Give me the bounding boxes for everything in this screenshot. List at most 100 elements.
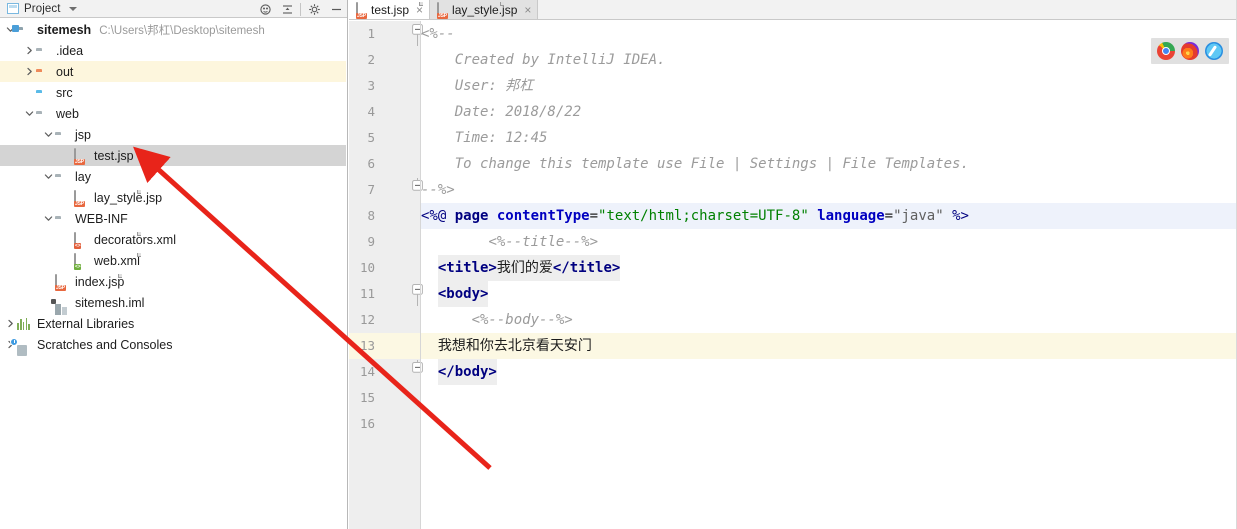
- tree-item-label: WEB-INF: [75, 211, 128, 226]
- tree-item-src[interactable]: src: [0, 82, 346, 103]
- tree-item-label: lay: [75, 169, 91, 184]
- code-line[interactable]: </body>: [421, 359, 1237, 385]
- tree-item-lay-style-jsp[interactable]: JSP lay_style.jsp: [0, 187, 346, 208]
- code-line-content: Date: 2018/8/22: [455, 99, 581, 125]
- code-token: <title>: [437, 260, 497, 276]
- code-line[interactable]: <%--: [421, 21, 1237, 47]
- code-line[interactable]: Created by IntelliJ IDEA.: [421, 47, 1237, 73]
- chevron-right-icon[interactable]: [23, 40, 36, 61]
- chevron-right-icon[interactable]: [4, 313, 17, 334]
- code-line-content: To change this template use File | Setti…: [455, 151, 969, 177]
- line-number: 4: [367, 104, 375, 119]
- tree-item-label: lay_style.jsp: [94, 190, 163, 205]
- code-line[interactable]: User: 邦杠: [421, 73, 1237, 99]
- line-number: 7: [367, 182, 375, 197]
- chrome-icon[interactable]: [1157, 42, 1175, 60]
- code-line[interactable]: Date: 2018/8/22: [421, 99, 1237, 125]
- tool-window-title: Project: [24, 2, 61, 15]
- minimize-icon[interactable]: [325, 0, 347, 18]
- editor-tab-lay-style-jsp[interactable]: JSP lay_style.jsp ×: [430, 0, 539, 19]
- tree-item-lay[interactable]: lay: [0, 166, 346, 187]
- tree-item-sitemesh[interactable]: sitemesh C:\Users\邦杠\Desktop\sitemesh: [0, 19, 346, 40]
- tree-item-icon: [36, 82, 53, 103]
- code-line-content: Time: 12:45: [455, 125, 548, 151]
- tree-item-external-libraries[interactable]: External Libraries: [0, 313, 346, 334]
- ide-window: Project sitemesh C:\Users\邦杠\Desktop\sit…: [0, 0, 1237, 529]
- tree-item-test-jsp[interactable]: JSP test.jsp: [0, 145, 346, 166]
- code-line[interactable]: 我想和你去北京看天安门: [421, 333, 1237, 359]
- tree-item-icon: JSP: [74, 145, 141, 166]
- chevron-down-icon[interactable]: [42, 208, 55, 229]
- tool-window-header: Project: [0, 0, 347, 18]
- line-number: 6: [367, 156, 375, 171]
- tool-window-title-group[interactable]: Project: [0, 3, 77, 15]
- line-number: 11: [359, 286, 375, 301]
- tree-item-sitemesh-iml[interactable]: sitemesh.iml: [0, 292, 346, 315]
- tree-item-icon: [36, 40, 53, 61]
- chevron-right-icon[interactable]: [23, 61, 36, 82]
- tree-item-web-xml[interactable]: <> web.xml: [0, 250, 346, 271]
- line-number: 13: [359, 338, 375, 353]
- code-line[interactable]: [421, 411, 1237, 437]
- target-icon[interactable]: [254, 0, 276, 18]
- tree-item-scratches-and-consoles[interactable]: Scratches and Consoles: [0, 334, 346, 356]
- code-line[interactable]: --%>: [421, 177, 1237, 203]
- tree-item-web[interactable]: web: [0, 103, 346, 124]
- chevron-down-icon[interactable]: [42, 166, 55, 187]
- code-line[interactable]: [421, 385, 1237, 411]
- code-token: User: 邦杠: [454, 78, 534, 94]
- tree-item-label: decorators.xml: [94, 232, 176, 247]
- code-line[interactable]: Time: 12:45: [421, 125, 1237, 151]
- editor-gutter[interactable]: 1 2 3 4 5 6 7 8 9 10 11 12 13 14 15 16: [349, 21, 423, 529]
- code-token: page: [454, 208, 497, 224]
- jsp-file-icon: JSP: [356, 2, 423, 19]
- gear-icon[interactable]: [303, 0, 325, 18]
- code-token: To change this template use File | Setti…: [454, 156, 969, 172]
- tree-item-jsp[interactable]: jsp: [0, 124, 346, 145]
- tree-item-icon: [36, 103, 53, 124]
- tree-item-path: C:\Users\邦杠\Desktop\sitemesh: [99, 24, 265, 37]
- tree-item-web-inf[interactable]: WEB-INF: [0, 208, 346, 229]
- tree-item--idea[interactable]: .idea: [0, 40, 346, 61]
- chevron-down-icon[interactable]: [42, 124, 55, 145]
- tree-item-label: index.jsp: [75, 274, 125, 289]
- editor-tab-label: test.jsp: [371, 2, 410, 17]
- tree-item-decorators-xml[interactable]: <> decorators.xml: [0, 229, 346, 250]
- tree-item-label: Scratches and Consoles: [37, 337, 173, 352]
- code-line[interactable]: <%--body--%>: [421, 307, 1237, 333]
- code-line[interactable]: <%@ page contentType="text/html;charset=…: [421, 203, 1237, 229]
- tree-item-label: jsp: [75, 127, 91, 142]
- code-line[interactable]: To change this template use File | Setti…: [421, 151, 1237, 177]
- project-tool-window: Project sitemesh C:\Users\邦杠\Desktop\sit…: [0, 0, 348, 529]
- project-icon: [7, 3, 19, 14]
- collapse-all-icon[interactable]: [276, 0, 298, 18]
- code-line-content: <%@ page contentType="text/html;charset=…: [421, 203, 1237, 229]
- code-line-content: <%--body--%>: [472, 307, 573, 333]
- code-line-content: <title>我们的爱</title>: [437, 255, 621, 281]
- code-line[interactable]: <%--title--%>: [421, 229, 1237, 255]
- firefox-icon[interactable]: [1181, 42, 1199, 60]
- code-editor[interactable]: 1 2 3 4 5 6 7 8 9 10 11 12 13 14 15 16 <%-- Created by …: [349, 21, 1237, 529]
- editor-tab-test-jsp[interactable]: JSP test.jsp ×: [349, 0, 431, 19]
- code-token: contentType: [496, 208, 590, 224]
- chevron-down-icon[interactable]: [68, 6, 77, 11]
- code-token: Date: 2018/8/22: [454, 104, 582, 120]
- tree-item-out[interactable]: out: [0, 61, 346, 82]
- code-line[interactable]: <title>我们的爱</title>: [421, 255, 1237, 281]
- tree-item-index-jsp[interactable]: JSP index.jsp: [0, 271, 346, 292]
- safari-icon[interactable]: [1205, 42, 1223, 60]
- chevron-down-icon[interactable]: [23, 103, 36, 124]
- line-number: 2: [367, 52, 375, 67]
- code-line[interactable]: <body>: [421, 281, 1237, 307]
- project-tree[interactable]: sitemesh C:\Users\邦杠\Desktop\sitemesh .ide…: [0, 19, 346, 529]
- close-icon[interactable]: ×: [524, 4, 531, 16]
- tree-item-label: sitemesh.iml: [75, 295, 145, 310]
- tree-item-icon: [36, 61, 53, 82]
